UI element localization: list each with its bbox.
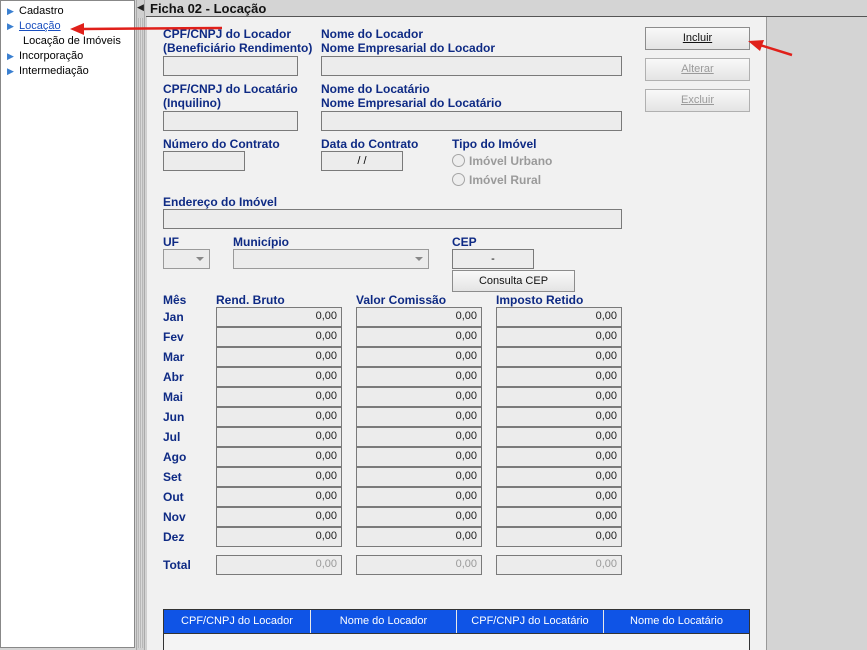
annotation-arrows [70,23,793,57]
arrow-to-locacao [70,23,223,35]
arrow-to-incluir [748,40,793,57]
